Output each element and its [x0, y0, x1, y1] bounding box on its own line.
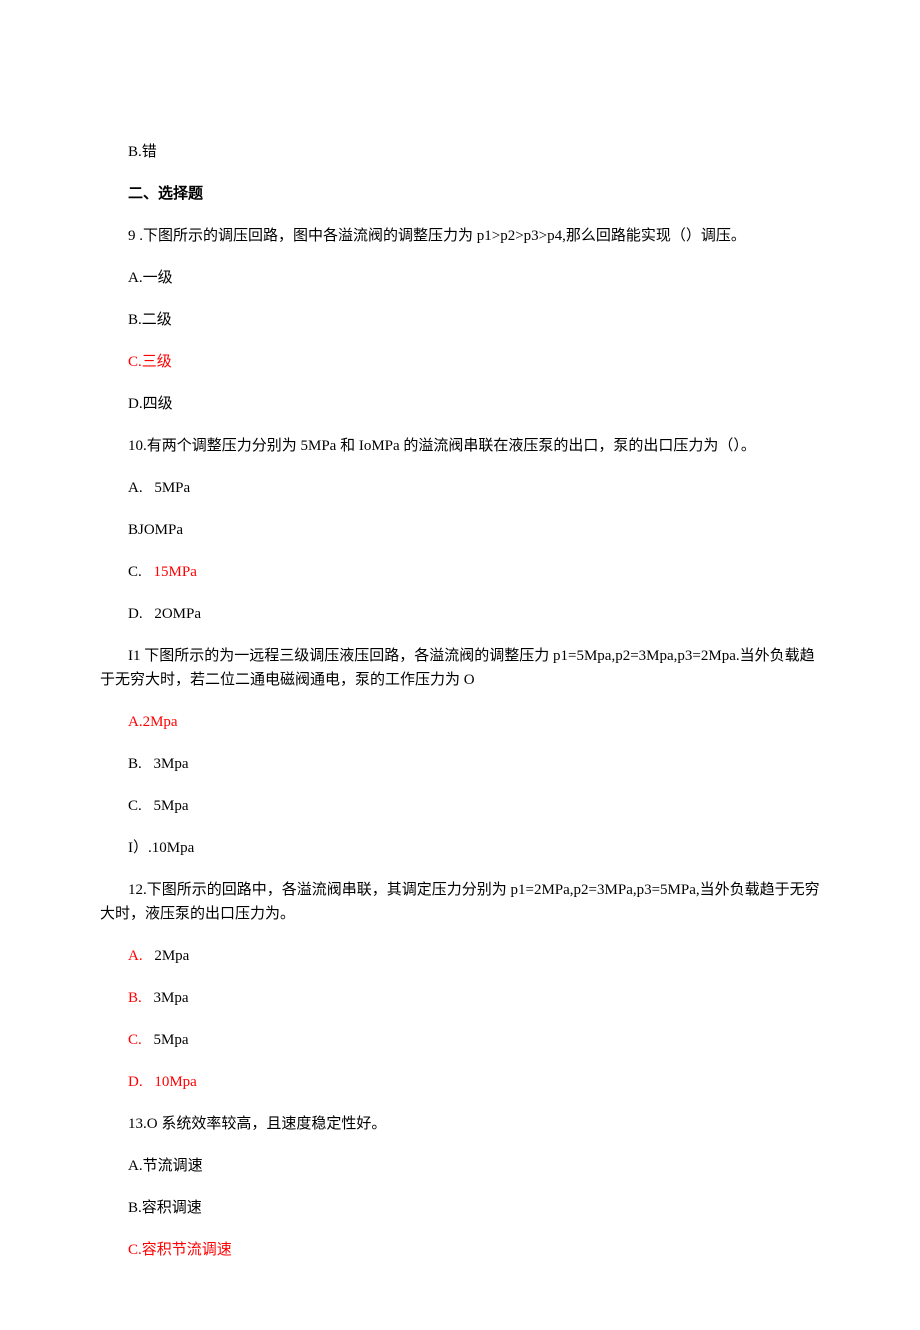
q11-option-b-prefix: B. [128, 756, 142, 772]
q10-option-c-prefix: C. [128, 564, 142, 580]
q10-option-b: BJOMPa [100, 518, 820, 542]
section-2-title: 二、选择题 [100, 182, 820, 206]
q11-option-c-value: 5Mpa [154, 798, 189, 814]
q10-option-d-prefix: D. [128, 606, 143, 622]
q12-option-a: A. 2Mpa [100, 944, 820, 968]
q12-option-d-value: 10Mpa [154, 1074, 197, 1090]
q12-option-a-prefix: A. [128, 948, 143, 964]
q11-text: I1 下图所示的为一远程三级调压液压回路，各溢流阀的调整压力 p1=5Mpa,p… [100, 644, 820, 692]
q11-option-b-value: 3Mpa [154, 756, 189, 772]
q11-option-a: A.2Mpa [100, 710, 820, 734]
q12-option-c: C. 5Mpa [100, 1028, 820, 1052]
q11-option-b: B. 3Mpa [100, 752, 820, 776]
q13-option-b: B.容积调速 [100, 1196, 820, 1220]
q13-option-a: A.节流调速 [100, 1154, 820, 1178]
q8-option-b: B.错 [100, 140, 820, 164]
q10-option-a: A. 5MPa [100, 476, 820, 500]
q10-option-a-value: 5MPa [154, 480, 190, 496]
q9-text: 9 .下图所示的调压回路，图中各溢流阀的调整压力为 p1>p2>p3>p4,那么… [100, 224, 820, 248]
q10-option-a-prefix: A. [128, 480, 143, 496]
q10-option-c-value: 15MPa [154, 564, 197, 580]
q10-option-d-value: 2OMPa [154, 606, 201, 622]
q12-text: 12.下图所示的回路中，各溢流阀串联，其调定压力分别为 p1=2MPa,p2=3… [100, 878, 820, 926]
q12-option-a-value: 2Mpa [154, 948, 189, 964]
q11-option-c-prefix: C. [128, 798, 142, 814]
q9-option-d: D.四级 [100, 392, 820, 416]
q11-option-c: C. 5Mpa [100, 794, 820, 818]
q12-option-d: D. 10Mpa [100, 1070, 820, 1094]
q12-option-d-prefix: D. [128, 1074, 143, 1090]
q12-option-b-value: 3Mpa [154, 990, 189, 1006]
q11-option-d: I）.10Mpa [100, 836, 820, 860]
q12-option-b-prefix: B. [128, 990, 142, 1006]
q10-option-c: C. 15MPa [100, 560, 820, 584]
q9-option-b: B.二级 [100, 308, 820, 332]
q9-option-c: C.三级 [100, 350, 820, 374]
q12-option-b: B. 3Mpa [100, 986, 820, 1010]
q9-option-a: A.一级 [100, 266, 820, 290]
q13-text: 13.O 系统效率较高，且速度稳定性好。 [100, 1112, 820, 1136]
q13-option-c: C.容积节流调速 [100, 1238, 820, 1262]
q12-option-c-value: 5Mpa [154, 1032, 189, 1048]
q12-option-c-prefix: C. [128, 1032, 142, 1048]
q10-option-d: D. 2OMPa [100, 602, 820, 626]
q10-text: 10.有两个调整压力分别为 5MPa 和 IoMPa 的溢流阀串联在液压泵的出口… [100, 434, 820, 458]
